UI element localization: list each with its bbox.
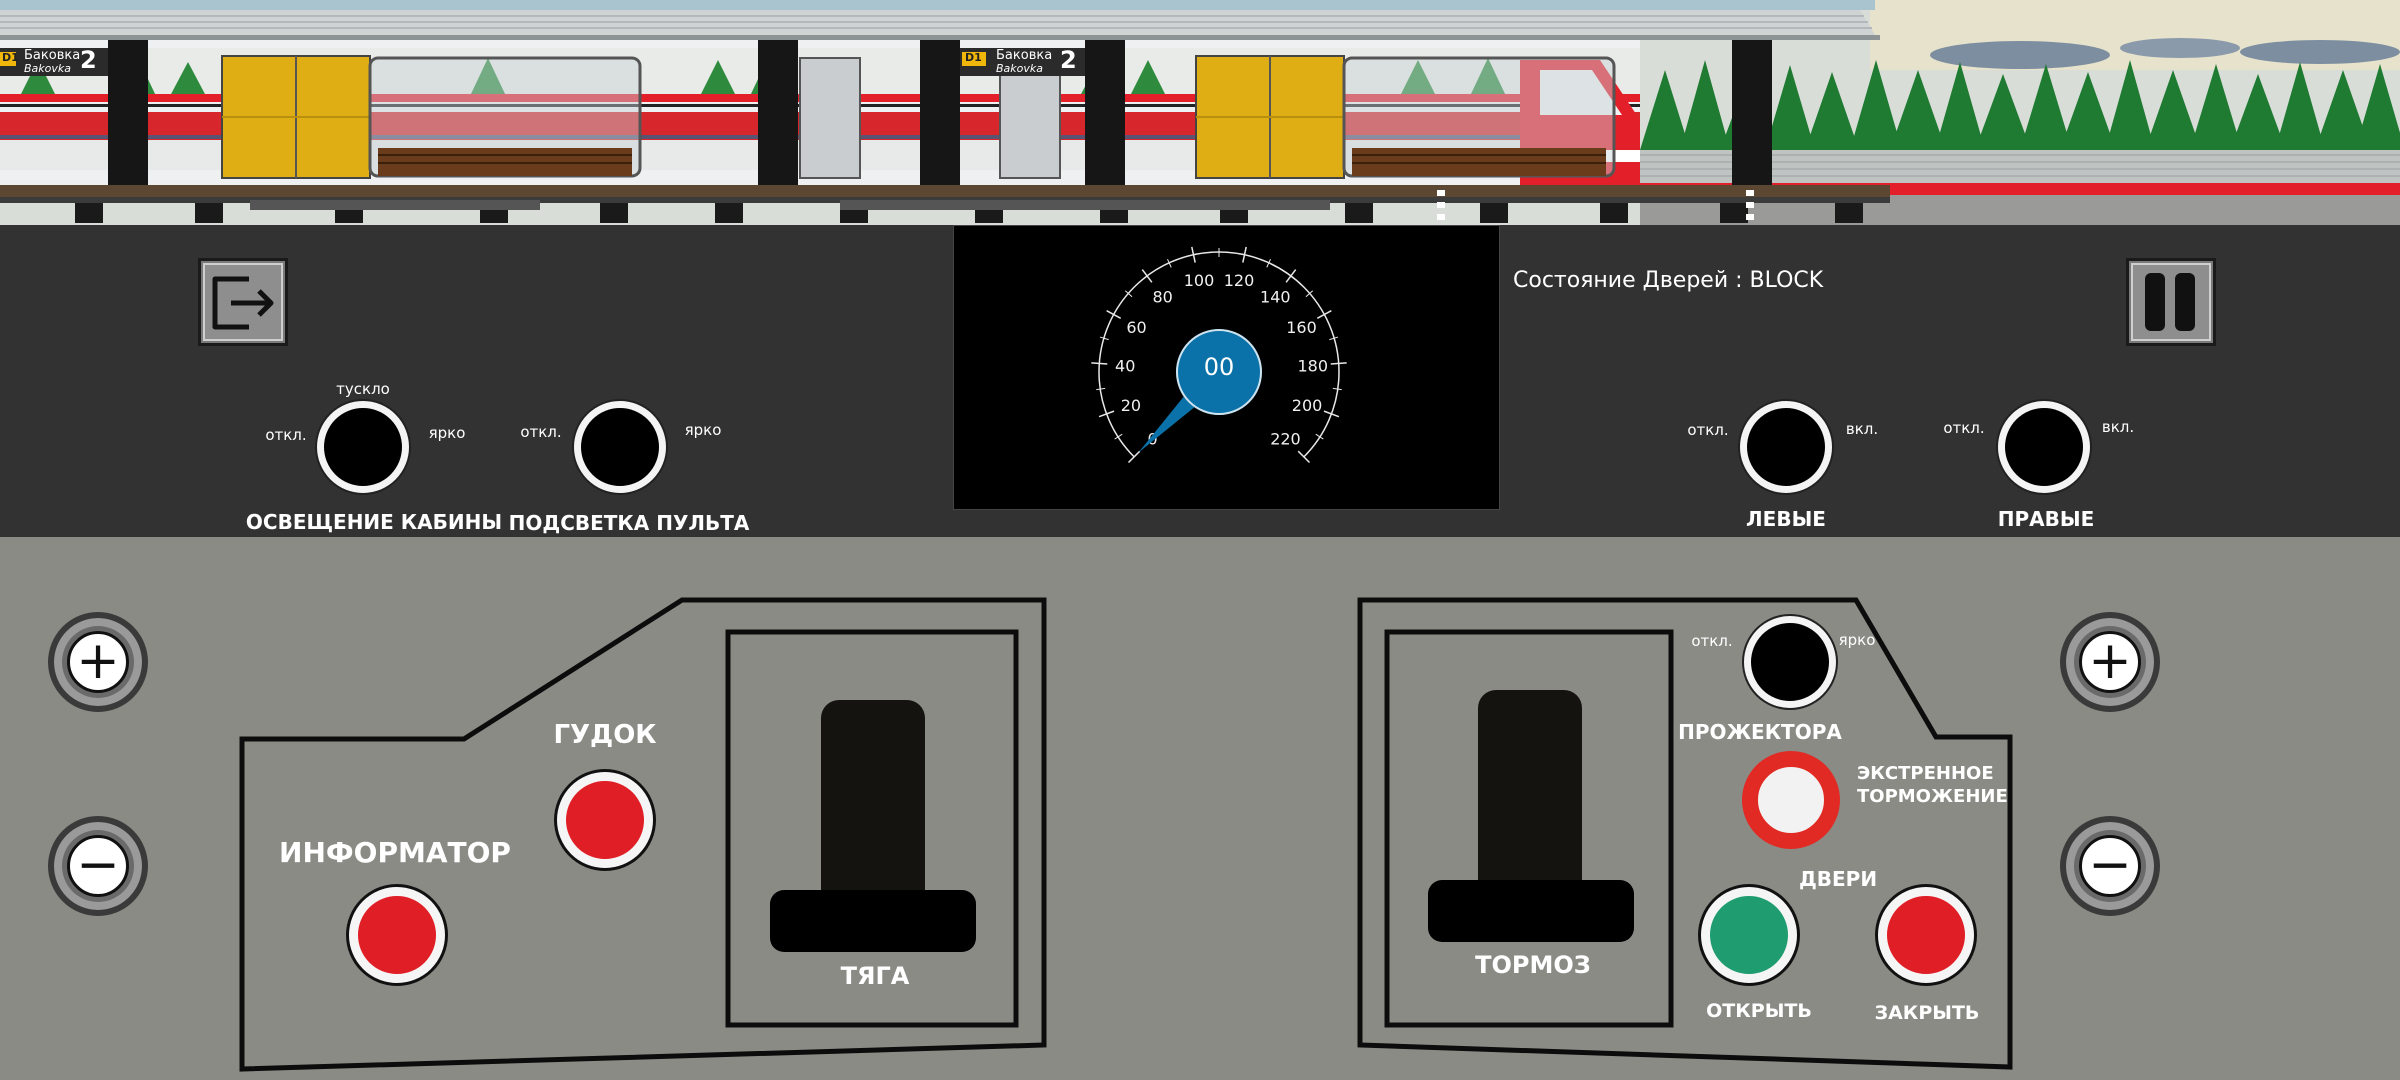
pause-icon [2131, 263, 2211, 341]
doors-label: ДВЕРИ [1798, 867, 1878, 891]
station-sign-name-lat: Bakovka [24, 62, 72, 75]
plus-glyph: + [2088, 630, 2132, 691]
right-doors-off-label: откл. [1943, 419, 1985, 437]
plus-glyph: + [76, 630, 120, 691]
pause-button[interactable] [2126, 258, 2216, 346]
station-sign-name-2: Баковка [996, 48, 1053, 63]
console-outlines [239, 597, 2013, 1072]
emergency-brake-label-1: ЭКСТРЕННОЕ [1857, 763, 1994, 784]
doors-close-label: ЗАКРЫТЬ [1874, 1002, 1980, 1024]
minus-icon: − [2079, 835, 2141, 897]
cabin-light-knob[interactable] [317, 401, 409, 493]
emergency-brake-button[interactable] [1742, 751, 1840, 849]
left-doors-on-label: вкл. [1845, 420, 1879, 438]
scene-graphic [0, 0, 2400, 225]
doors-close-button[interactable] [1878, 887, 1974, 983]
brake-label: ТОРМОЗ [1475, 951, 1591, 979]
zoom-out-left-button[interactable]: − [48, 816, 148, 916]
doors-open-label: ОТКРЫТЬ [1706, 1000, 1812, 1022]
speedometer-tick [1330, 362, 1347, 365]
doors-open-button[interactable] [1701, 887, 1797, 983]
minus-glyph: − [2088, 834, 2132, 895]
exit-button[interactable] [198, 258, 288, 346]
station-sign-code-2: D1 [965, 51, 982, 64]
right-doors-knob[interactable] [1998, 401, 2090, 493]
speedometer-tick-label: 20 [1121, 396, 1141, 415]
informer-button[interactable] [349, 887, 445, 983]
speedometer-tick [1141, 269, 1153, 283]
speedometer-tick-label: 100 [1184, 271, 1215, 290]
console-light-off-label: откл. [520, 423, 562, 441]
right-doors-label: ПРАВЫЕ [1997, 507, 2095, 531]
informer-label: ИНФОРМАТОР [279, 836, 511, 869]
console-light-knob[interactable] [574, 401, 666, 493]
traction-lever-base[interactable] [770, 890, 976, 952]
speedometer-tick-label: 140 [1260, 288, 1291, 307]
cabin-light-bright-label: ярко [428, 424, 466, 442]
station-sign-number: 2 [80, 46, 97, 74]
speedometer-tick-label: 120 [1224, 271, 1255, 290]
horn-button[interactable] [557, 772, 653, 868]
headlights-knob[interactable] [1744, 616, 1836, 708]
minus-glyph: − [76, 834, 120, 895]
speedometer-tick-label: 80 [1152, 288, 1172, 307]
left-doors-label: ЛЕВЫЕ [1746, 507, 1826, 531]
brake-lever-base[interactable] [1428, 880, 1634, 942]
console-light-label: ПОДСВЕТКА ПУЛЬТА [508, 511, 750, 535]
speed-value: 00 [1203, 353, 1235, 381]
horn-label: ГУДОК [553, 720, 657, 750]
zoom-in-right-button[interactable]: + [2060, 612, 2160, 712]
emergency-brake-label-2: ТОРМОЖЕНИЕ [1857, 786, 2008, 807]
speedometer-tick [1106, 309, 1122, 319]
zoom-in-left-button[interactable]: + [48, 612, 148, 712]
speedometer-tick-label: 60 [1126, 318, 1146, 337]
plus-icon: + [67, 631, 129, 693]
headlights-label: ПРОЖЕКТОРА [1678, 720, 1842, 744]
headlights-bright-label: ярко [1838, 631, 1876, 649]
console-light-bright-label: ярко [684, 421, 722, 439]
speedometer-tick [1332, 387, 1342, 391]
platform-scene: D1 Баковка Bakovka 2 D1 Баковка Bakovka … [0, 0, 2400, 225]
station-sign-name-lat-2: Bakovka [996, 62, 1044, 75]
speedometer-display: 020406080100120140160180200220 00 [953, 225, 1500, 510]
speedometer-tick [1285, 269, 1297, 283]
cabin-light-off-label: откл. [265, 426, 307, 444]
headlights-off-label: откл. [1691, 632, 1733, 650]
traction-lever-handle[interactable] [821, 700, 925, 910]
minus-icon: − [67, 835, 129, 897]
station-sign-name: Баковка [24, 48, 81, 63]
zoom-out-right-button[interactable]: − [2060, 816, 2160, 916]
speedometer-tick [1316, 309, 1332, 319]
speedometer-tick-label: 160 [1286, 318, 1317, 337]
speedometer-tick-label: 180 [1297, 356, 1328, 375]
right-doors-on-label: вкл. [2101, 418, 2135, 436]
speedometer-tick-label: 200 [1292, 396, 1323, 415]
door-status-text: Состояние Дверей : BLOCK [1513, 268, 1824, 293]
speedometer-tick-label: 40 [1115, 356, 1135, 375]
brake-lever-handle[interactable] [1478, 690, 1582, 900]
cabin-light-dim-label: тускло [336, 380, 390, 398]
speedometer-tick [1096, 387, 1106, 391]
exit-icon [203, 263, 283, 341]
left-doors-knob[interactable] [1740, 401, 1832, 493]
cabin-light-label: ОСВЕЩЕНИЕ КАБИНЫ [245, 510, 503, 534]
station-sign-code: D1 [2, 51, 19, 64]
speedometer-tick [1091, 362, 1108, 365]
station-sign-number-2: 2 [1060, 46, 1077, 74]
plus-icon: + [2079, 631, 2141, 693]
speedometer-tick-label: 220 [1270, 429, 1301, 448]
left-doors-off-label: откл. [1687, 421, 1729, 439]
traction-label: ТЯГА [840, 962, 910, 990]
